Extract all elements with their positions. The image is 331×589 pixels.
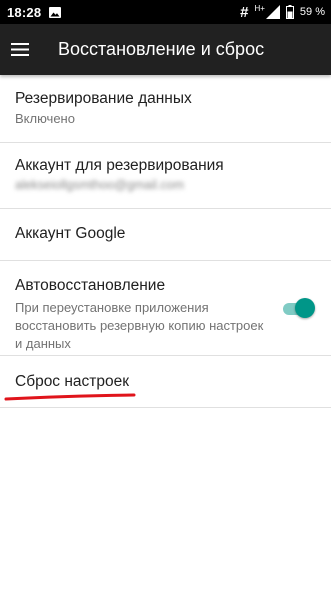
backup-data-item[interactable]: Резервирование данных Включено	[0, 75, 331, 143]
switch-thumb	[295, 298, 315, 318]
clock: 18:28	[7, 4, 42, 20]
factory-reset-item[interactable]: Сброс настроек	[0, 356, 331, 408]
hamburger-menu-icon	[11, 43, 29, 56]
image-notification-icon	[49, 6, 62, 18]
auto-restore-item[interactable]: Автовосстановление При переустановке при…	[0, 261, 331, 356]
app-bar: Восстановление и сброс	[0, 24, 331, 75]
google-account-title: Аккаунт Google	[15, 225, 126, 242]
red-underline-annotation	[4, 393, 136, 401]
auto-restore-title: Автовосстановление	[15, 277, 166, 294]
status-bar: 18:28 # H+ 59 %	[0, 0, 331, 24]
backup-account-email: alekseiollgsmthoo@gmail.com	[15, 178, 185, 192]
factory-reset-title: Сброс настроек	[15, 373, 130, 390]
page-title: Восстановление и сброс	[58, 39, 265, 59]
network-type: H+	[254, 4, 265, 13]
hash-icon: #	[240, 3, 249, 21]
signal-icon	[265, 5, 280, 19]
battery-icon	[285, 5, 294, 19]
auto-restore-switch[interactable]	[283, 298, 315, 320]
google-account-item[interactable]: Аккаунт Google	[0, 209, 331, 261]
auto-restore-summary: При переустановке приложения восстановит…	[15, 300, 264, 351]
settings-list: Резервирование данных Включено Аккаунт д…	[0, 75, 331, 408]
backup-account-item[interactable]: Аккаунт для резервирования alekseiollgsm…	[0, 143, 331, 209]
signal-strength: H+	[254, 4, 280, 19]
menu-button[interactable]	[0, 24, 48, 75]
backup-data-status: Включено	[15, 111, 75, 126]
battery-percent: 59 %	[299, 6, 325, 18]
backup-account-title: Аккаунт для резервирования	[15, 157, 224, 174]
backup-data-title: Резервирование данных	[15, 90, 192, 107]
